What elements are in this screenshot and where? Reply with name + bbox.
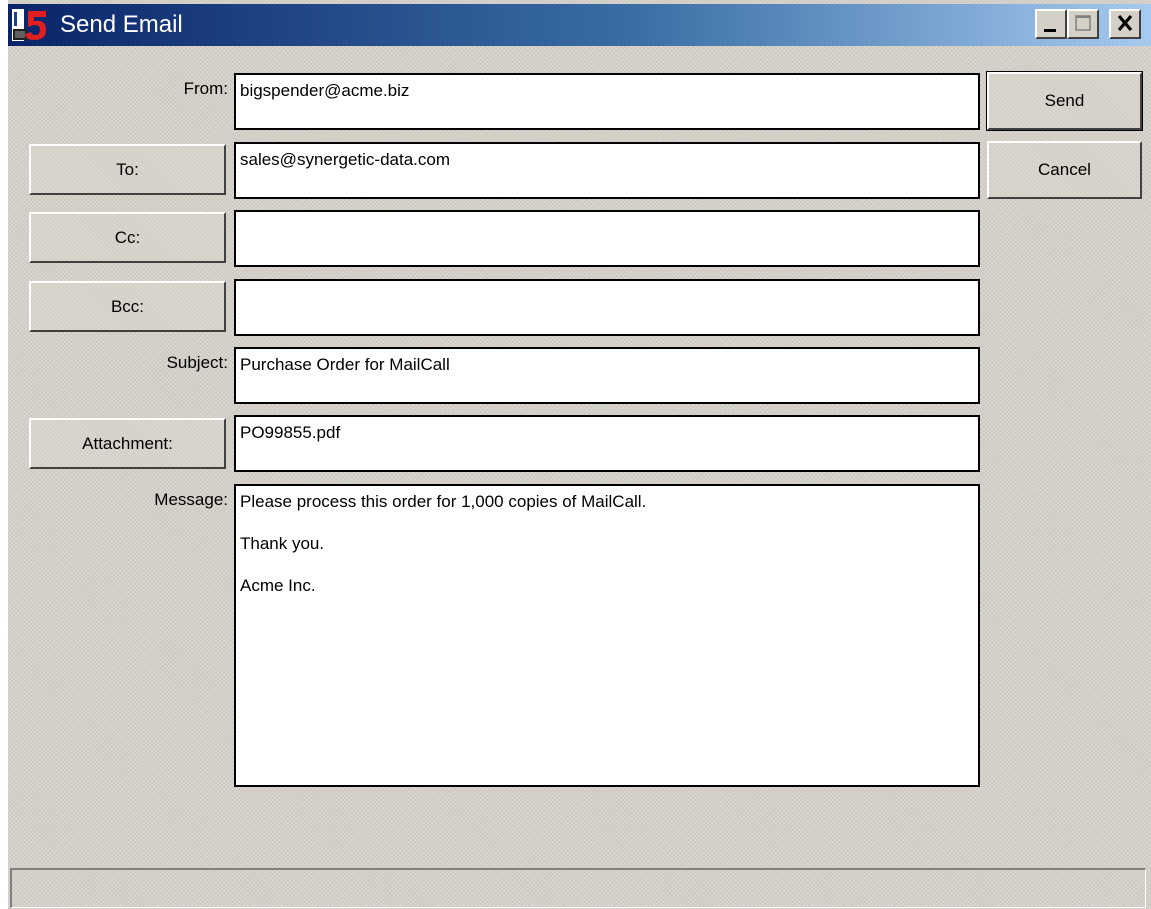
to-value: sales@synergetic-data.com	[240, 150, 451, 169]
maximize-icon	[1075, 15, 1091, 31]
message-line: Acme Inc.	[240, 576, 316, 595]
app-5-icon	[12, 9, 46, 41]
cancel-button[interactable]: Cancel	[987, 141, 1142, 199]
cc-button[interactable]: Cc:	[29, 212, 226, 263]
subject-value: Purchase Order for MailCall	[240, 355, 450, 374]
attachment-button-label: Attachment:	[82, 433, 173, 453]
cancel-button-label: Cancel	[1038, 160, 1091, 179]
send-button[interactable]: Send	[986, 71, 1143, 131]
cc-button-label: Cc:	[114, 227, 141, 247]
message-label: Message:	[154, 490, 228, 509]
send-button-label: Send	[1044, 91, 1085, 110]
cc-field[interactable]	[234, 210, 980, 267]
from-label: From:	[183, 79, 228, 98]
bcc-field[interactable]	[234, 279, 980, 336]
message-line: Thank you.	[240, 534, 325, 553]
bcc-button[interactable]: Bcc:	[29, 281, 226, 332]
minimize-button[interactable]	[1035, 9, 1067, 39]
attachment-button[interactable]: Attachment:	[29, 418, 226, 469]
subject-field[interactable]: Purchase Order for MailCall	[234, 347, 980, 404]
close-button[interactable]	[1109, 9, 1141, 39]
minimize-icon	[1044, 29, 1056, 32]
close-icon	[1117, 14, 1133, 32]
title-bar[interactable]: Send Email	[8, 4, 1151, 46]
subject-label: Subject:	[166, 353, 228, 372]
attachment-value: PO99855.pdf	[240, 423, 341, 442]
to-button-label: To:	[116, 159, 139, 179]
to-button[interactable]: To:	[29, 144, 226, 195]
send-email-window: Send Email From: bigspender@acme.biz To:…	[8, 0, 1151, 909]
maximize-button[interactable]	[1067, 9, 1099, 39]
bcc-button-label: Bcc:	[110, 296, 145, 316]
from-value: bigspender@acme.biz	[240, 81, 410, 100]
message-line: Please process this order for 1,000 copi…	[240, 492, 647, 511]
attachment-field[interactable]: PO99855.pdf	[234, 415, 980, 472]
from-field[interactable]: bigspender@acme.biz	[234, 73, 980, 130]
status-bar	[10, 868, 1146, 908]
window-title: Send Email	[60, 11, 183, 38]
to-field[interactable]: sales@synergetic-data.com	[234, 142, 980, 199]
message-textarea[interactable]: Please process this order for 1,000 copi…	[234, 484, 980, 787]
